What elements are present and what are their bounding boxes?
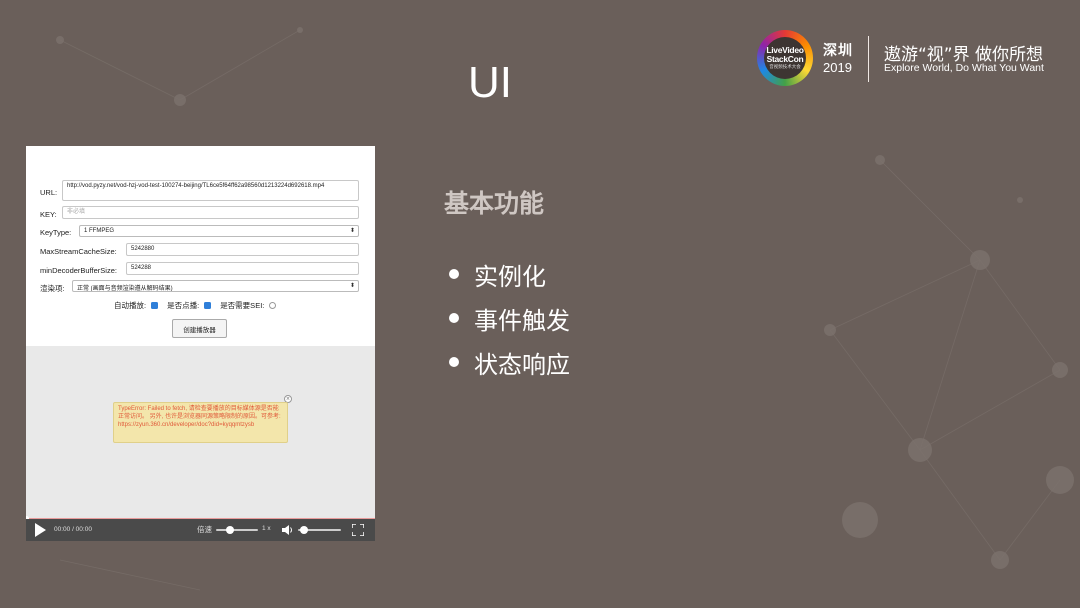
- create-player-button[interactable]: 创建播放器: [172, 319, 227, 338]
- fullscreen-icon[interactable]: [352, 524, 364, 536]
- bullet-dot-icon: [449, 269, 459, 279]
- keytype-label: KeyType:: [40, 228, 72, 237]
- player-control-bar: 00:00 / 00:00 倍速 1 x: [26, 519, 375, 541]
- bullet-item: 状态响应: [449, 346, 749, 379]
- key-input[interactable]: 非必填: [62, 206, 359, 219]
- bullet-item: 实例化: [449, 258, 749, 291]
- conference-logo: LiveVideo StackCon 音视频技术大会 深圳 2019 遨游“视”…: [757, 30, 1057, 88]
- speed-label: 倍速: [197, 525, 212, 534]
- bullet-text: 事件触发: [474, 306, 570, 335]
- autoplay-label: 自动播放:: [114, 300, 147, 310]
- sei-radio[interactable]: [269, 301, 277, 309]
- slide-title: UI: [468, 58, 512, 107]
- url-input[interactable]: http://vod.pyzy.net/vod-hzj-vod-test-100…: [62, 180, 359, 201]
- key-label: KEY:: [40, 210, 57, 219]
- mindecoderbuffersize-input[interactable]: 524288: [126, 262, 359, 275]
- speed-slider-knob[interactable]: [226, 526, 234, 534]
- select-caret-icon: ⬍: [349, 283, 355, 289]
- checkbox-row: 自动播放: 是否点播: 是否需要SEI:: [114, 299, 285, 311]
- error-tooltip: TypeError: Failed to fetch, 请检查要播放的目标媒体源…: [113, 402, 288, 443]
- section-title: 基本功能: [444, 189, 545, 218]
- volume-icon[interactable]: [282, 525, 294, 535]
- speed-value: 1 x: [262, 525, 271, 532]
- keytype-select[interactable]: 1 FFMPEG ⬍: [79, 225, 359, 237]
- render-select[interactable]: 正常 (画面与音频渲染遵从解码结果) ⬍: [72, 280, 359, 292]
- time-display: 00:00 / 00:00: [54, 526, 92, 533]
- bullet-dot-icon: [449, 313, 459, 323]
- logo-text-line3: 音视频技术大会: [769, 64, 801, 69]
- autoplay-checkbox[interactable]: [151, 301, 159, 309]
- render-select-value: 正常 (画面与音频渲染遵从解码结果): [77, 286, 173, 292]
- select-caret-icon: ⬍: [349, 228, 355, 234]
- logo-ring: LiveVideo StackCon 音视频技术大会: [757, 30, 813, 86]
- bullet-text: 实例化: [474, 262, 546, 291]
- logo-divider: [868, 36, 869, 82]
- player-config-form: URL: http://vod.pyzy.net/vod-hzj-vod-tes…: [26, 146, 375, 346]
- vod-checkbox[interactable]: [204, 301, 212, 309]
- url-label: URL:: [40, 188, 58, 197]
- player-demo-screenshot: URL: http://vod.pyzy.net/vod-hzj-vod-tes…: [26, 146, 375, 541]
- bullet-text: 状态响应: [474, 350, 570, 379]
- play-icon[interactable]: [35, 523, 46, 537]
- bullet-item: 事件触发: [449, 302, 749, 335]
- slogan-english: Explore World, Do What You Want: [884, 62, 1044, 74]
- render-label: 渲染项:: [40, 284, 65, 293]
- vod-label: 是否点播:: [167, 300, 200, 310]
- maxstreamcachesize-input[interactable]: 5242880: [126, 243, 359, 256]
- volume-slider-knob[interactable]: [300, 526, 308, 534]
- bullet-dot-icon: [449, 357, 459, 367]
- logo-text-line2: StackCon: [766, 54, 804, 64]
- logo-city: 深圳: [823, 43, 853, 59]
- sei-label: 是否需要SEI:: [220, 300, 265, 310]
- logo-inner: LiveVideo StackCon 音视频技术大会: [764, 37, 806, 79]
- mindecoderbuffersize-label: minDecoderBufferSize:: [40, 266, 117, 275]
- speed-slider[interactable]: [216, 529, 258, 531]
- keytype-select-value: 1 FFMPEG: [84, 228, 115, 234]
- logo-year: 2019: [823, 60, 852, 75]
- maxstreamcachesize-label: MaxStreamCacheSize:: [40, 247, 117, 256]
